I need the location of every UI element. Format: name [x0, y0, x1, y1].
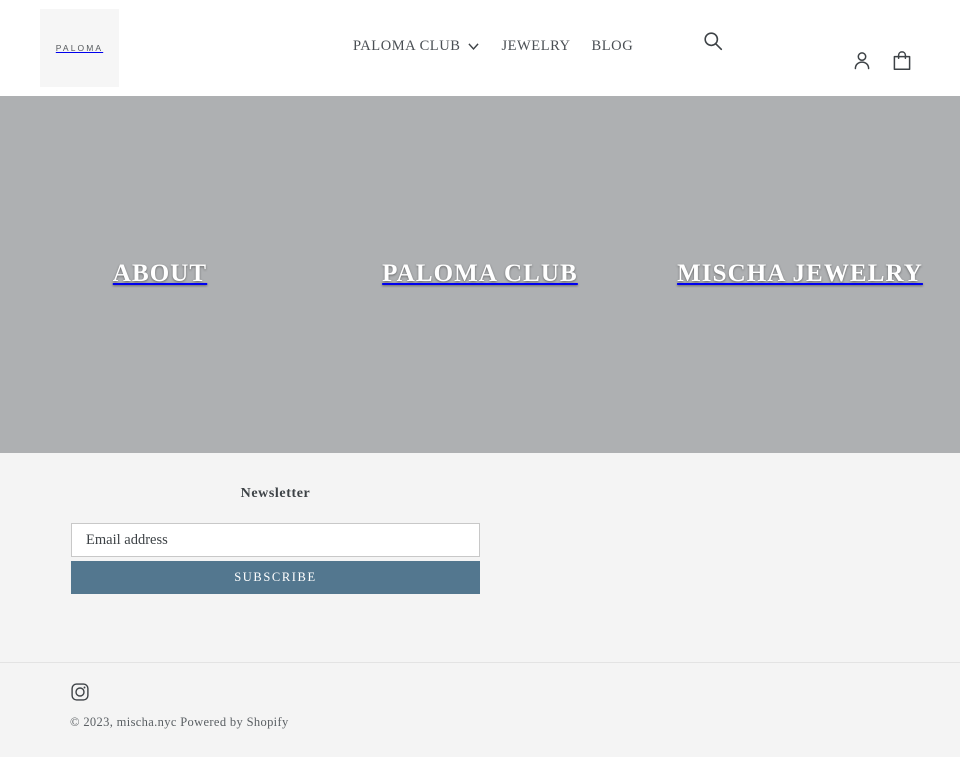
copyright-text: © 2023, mischa.nyc Powered by Shopify [70, 715, 289, 729]
shopping-bag-icon[interactable] [891, 49, 913, 73]
site-logo[interactable]: PALOMA [40, 9, 119, 87]
nav-item-jewelry[interactable]: JEWELRY [501, 38, 570, 55]
nav-item-label: JEWELRY [501, 38, 571, 54]
header-actions [851, 49, 913, 73]
hero-cell-mischa-jewelry[interactable]: MISCHA JEWELRY [640, 96, 960, 453]
account-icon[interactable] [851, 49, 873, 73]
page-root: PALOMA PALOMA CLUB JEWELRY BLOG ABOUT PA… [0, 0, 960, 757]
hero-cell-about[interactable]: ABOUT [0, 96, 320, 453]
nav-item-label: PALOMA CLUB [353, 38, 461, 54]
search-icon[interactable] [702, 30, 724, 52]
nav-item-label: BLOG [591, 38, 634, 54]
hero-title: PALOMA CLUB [382, 259, 578, 287]
hero-collection-grid: ABOUT PALOMA CLUB MISCHA JEWELRY [0, 96, 960, 453]
main-navigation: PALOMA CLUB JEWELRY BLOG [353, 38, 633, 55]
newsletter-form: Newsletter SUBSCRIBE [71, 486, 480, 594]
site-header: PALOMA PALOMA CLUB JEWELRY BLOG [0, 0, 960, 96]
nav-item-paloma-club[interactable]: PALOMA CLUB [353, 38, 480, 55]
newsletter-section: Newsletter SUBSCRIBE [0, 453, 960, 662]
subscribe-button[interactable]: SUBSCRIBE [71, 561, 480, 594]
email-field[interactable] [71, 523, 480, 557]
newsletter-heading: Newsletter [240, 486, 311, 501]
nav-item-blog[interactable]: BLOG [592, 38, 634, 55]
logo-text: PALOMA [55, 43, 104, 53]
chevron-down-icon [467, 40, 480, 53]
hero-title: ABOUT [112, 259, 208, 287]
site-footer: © 2023, mischa.nyc Powered by Shopify [0, 662, 960, 757]
hero-cell-paloma-club[interactable]: PALOMA CLUB [320, 96, 640, 453]
instagram-icon[interactable] [70, 682, 90, 702]
hero-title: MISCHA JEWELRY [677, 259, 923, 287]
